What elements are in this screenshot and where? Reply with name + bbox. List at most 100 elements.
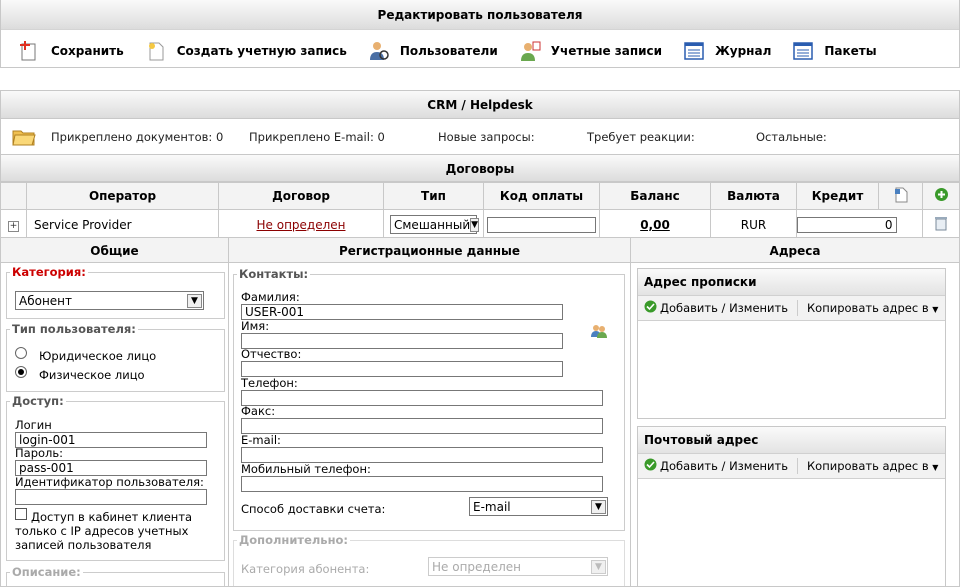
col-currency: Валюта (710, 182, 797, 210)
col-payment-code: Код оплаты (483, 182, 600, 210)
copy-address-label: Копировать адрес в (807, 459, 929, 473)
create-account-button[interactable]: Создать учетную запись (145, 40, 347, 62)
subscriber-category-label: Категория абонента: (241, 562, 370, 576)
add-edit-label: Добавить / Изменить (660, 301, 789, 315)
additional-legend: Дополнительно: (239, 533, 349, 547)
patronymic-label: Отчество: (241, 347, 302, 361)
add-edit-label: Добавить / Изменить (660, 459, 789, 473)
contracts-title: Договоры (0, 154, 960, 182)
accounts-button[interactable]: Учетные записи (519, 40, 662, 62)
expand-icon[interactable]: + (8, 221, 19, 232)
chevron-down-icon: ▼ (591, 559, 606, 574)
individual-label: Физическое лицо (39, 368, 145, 382)
users-icon (368, 40, 390, 62)
toolbar: Сохранить Создать учетную запись Пользов… (1, 30, 959, 67)
email-label: E-mail: (241, 433, 281, 447)
postal-address-title: Почтовый адрес (638, 427, 945, 454)
create-account-icon (145, 40, 167, 62)
registration-address-title: Адрес прописки (638, 269, 945, 296)
description-fieldset: Описание: (6, 565, 225, 586)
contract-type-select[interactable]: Смешанный ▼ (390, 215, 480, 234)
table-row: + Service Provider Не определен Смешанны… (0, 209, 960, 240)
postal-address-toolbar: Добавить / Изменить Копировать адрес в ▼ (638, 454, 945, 479)
fax-input[interactable] (241, 418, 603, 434)
crm-title: CRM / Helpdesk (0, 90, 960, 119)
add-edit-button[interactable]: Добавить / Изменить (644, 300, 788, 316)
registration-title: Регистрационные данные (229, 237, 630, 263)
user-type-legend: Тип пользователя: (12, 322, 136, 336)
phone-label: Телефон: (241, 376, 298, 390)
col-credit: Кредит (796, 182, 879, 210)
caret-down-icon: ▼ (932, 463, 939, 472)
payment-code-input[interactable] (487, 216, 596, 233)
registration-column: Регистрационные данные Контакты: Фамилия… (229, 237, 631, 587)
caret-down-icon: ▼ (932, 305, 939, 314)
login-label: Логин (15, 418, 52, 432)
packages-button[interactable]: Пакеты (792, 40, 877, 62)
user-id-input[interactable] (15, 489, 207, 505)
page-title: Редактировать пользователя (1, 0, 959, 30)
save-icon (19, 40, 41, 62)
trash-icon[interactable] (934, 217, 948, 234)
contract-link[interactable]: Не определен (257, 218, 346, 232)
addresses-title: Адреса (631, 237, 959, 263)
others[interactable]: Остальные: (756, 130, 827, 144)
user-id-label: Идентификатор пользователя: (15, 475, 204, 489)
individual-radio[interactable] (15, 366, 27, 378)
folder-icon[interactable] (12, 127, 36, 147)
chevron-down-icon: ▼ (470, 217, 480, 232)
col-contract: Договор (218, 182, 384, 210)
subscriber-category-select[interactable]: Не определен ▼ (428, 557, 608, 576)
contract-type-value: Смешанный (394, 217, 471, 232)
copy-address-button[interactable]: Копировать адрес в ▼ (807, 301, 938, 315)
mobile-input[interactable] (241, 476, 603, 492)
access-legend: Доступ: (12, 394, 64, 408)
needs-reaction[interactable]: Требует реакции: (587, 130, 756, 144)
journal-button[interactable]: Журнал (683, 40, 771, 62)
surname-input[interactable] (241, 304, 563, 320)
new-requests[interactable]: Новые запросы: (438, 130, 587, 144)
password-input[interactable] (15, 460, 207, 476)
currency-cell: RUR (710, 209, 797, 240)
crm-stats: Прикреплено документов: 0 Прикреплено E-… (0, 119, 960, 154)
balance-link[interactable]: 0,00 (640, 218, 670, 232)
add-edit-button[interactable]: Добавить / Изменить (644, 458, 788, 474)
copy-address-button[interactable]: Копировать адрес в ▼ (807, 459, 938, 473)
registration-address-box: Адрес прописки Добавить / Изменить Копир… (637, 268, 946, 419)
contacts-lookup-icon[interactable] (590, 323, 608, 342)
packages-icon (792, 40, 814, 62)
registration-address-toolbar: Добавить / Изменить Копировать адрес в ▼ (638, 296, 945, 321)
copy-address-label: Копировать адрес в (807, 301, 929, 315)
subscriber-category-value: Не определен (432, 559, 521, 574)
legal-entity-label: Юридическое лицо (39, 349, 157, 363)
category-select[interactable]: Абонент ▼ (15, 291, 204, 310)
document-icon[interactable] (893, 187, 909, 206)
col-operator: Оператор (26, 182, 219, 210)
contracts-header-row: Оператор Договор Тип Код оплаты Баланс В… (0, 182, 960, 210)
attached-docs[interactable]: Прикреплено документов: 0 (51, 130, 249, 144)
email-input[interactable] (241, 447, 603, 463)
attached-email[interactable]: Прикреплено E-mail: 0 (249, 130, 438, 144)
contacts-legend: Контакты: (239, 267, 309, 281)
save-button[interactable]: Сохранить (19, 40, 124, 62)
patronymic-input[interactable] (241, 361, 563, 377)
ip-access-label: Доступ в кабинет клиента только с IP адр… (15, 510, 193, 552)
phone-input[interactable] (241, 390, 603, 406)
credit-input[interactable] (796, 216, 897, 233)
journal-label: Журнал (715, 43, 772, 58)
general-column: Общие Категория: Абонент ▼ Тип пользовате… (0, 237, 229, 587)
journal-icon (683, 40, 705, 62)
col-type: Тип (383, 182, 484, 210)
crm-panel: CRM / Helpdesk Прикреплено документов: 0… (0, 90, 960, 240)
accounts-label: Учетные записи (550, 43, 663, 58)
fax-label: Факс: (241, 404, 276, 418)
delivery-label: Способ доставки счета: (241, 502, 386, 516)
users-button[interactable]: Пользователи (368, 40, 498, 62)
check-icon (644, 300, 657, 316)
add-contract-icon[interactable] (934, 188, 949, 205)
operator-cell: Service Provider (26, 209, 219, 240)
accounts-icon (519, 40, 541, 62)
delivery-select[interactable]: E-mail ▼ (469, 497, 608, 516)
legal-entity-radio[interactable] (15, 347, 27, 359)
chevron-down-icon: ▼ (187, 293, 202, 308)
